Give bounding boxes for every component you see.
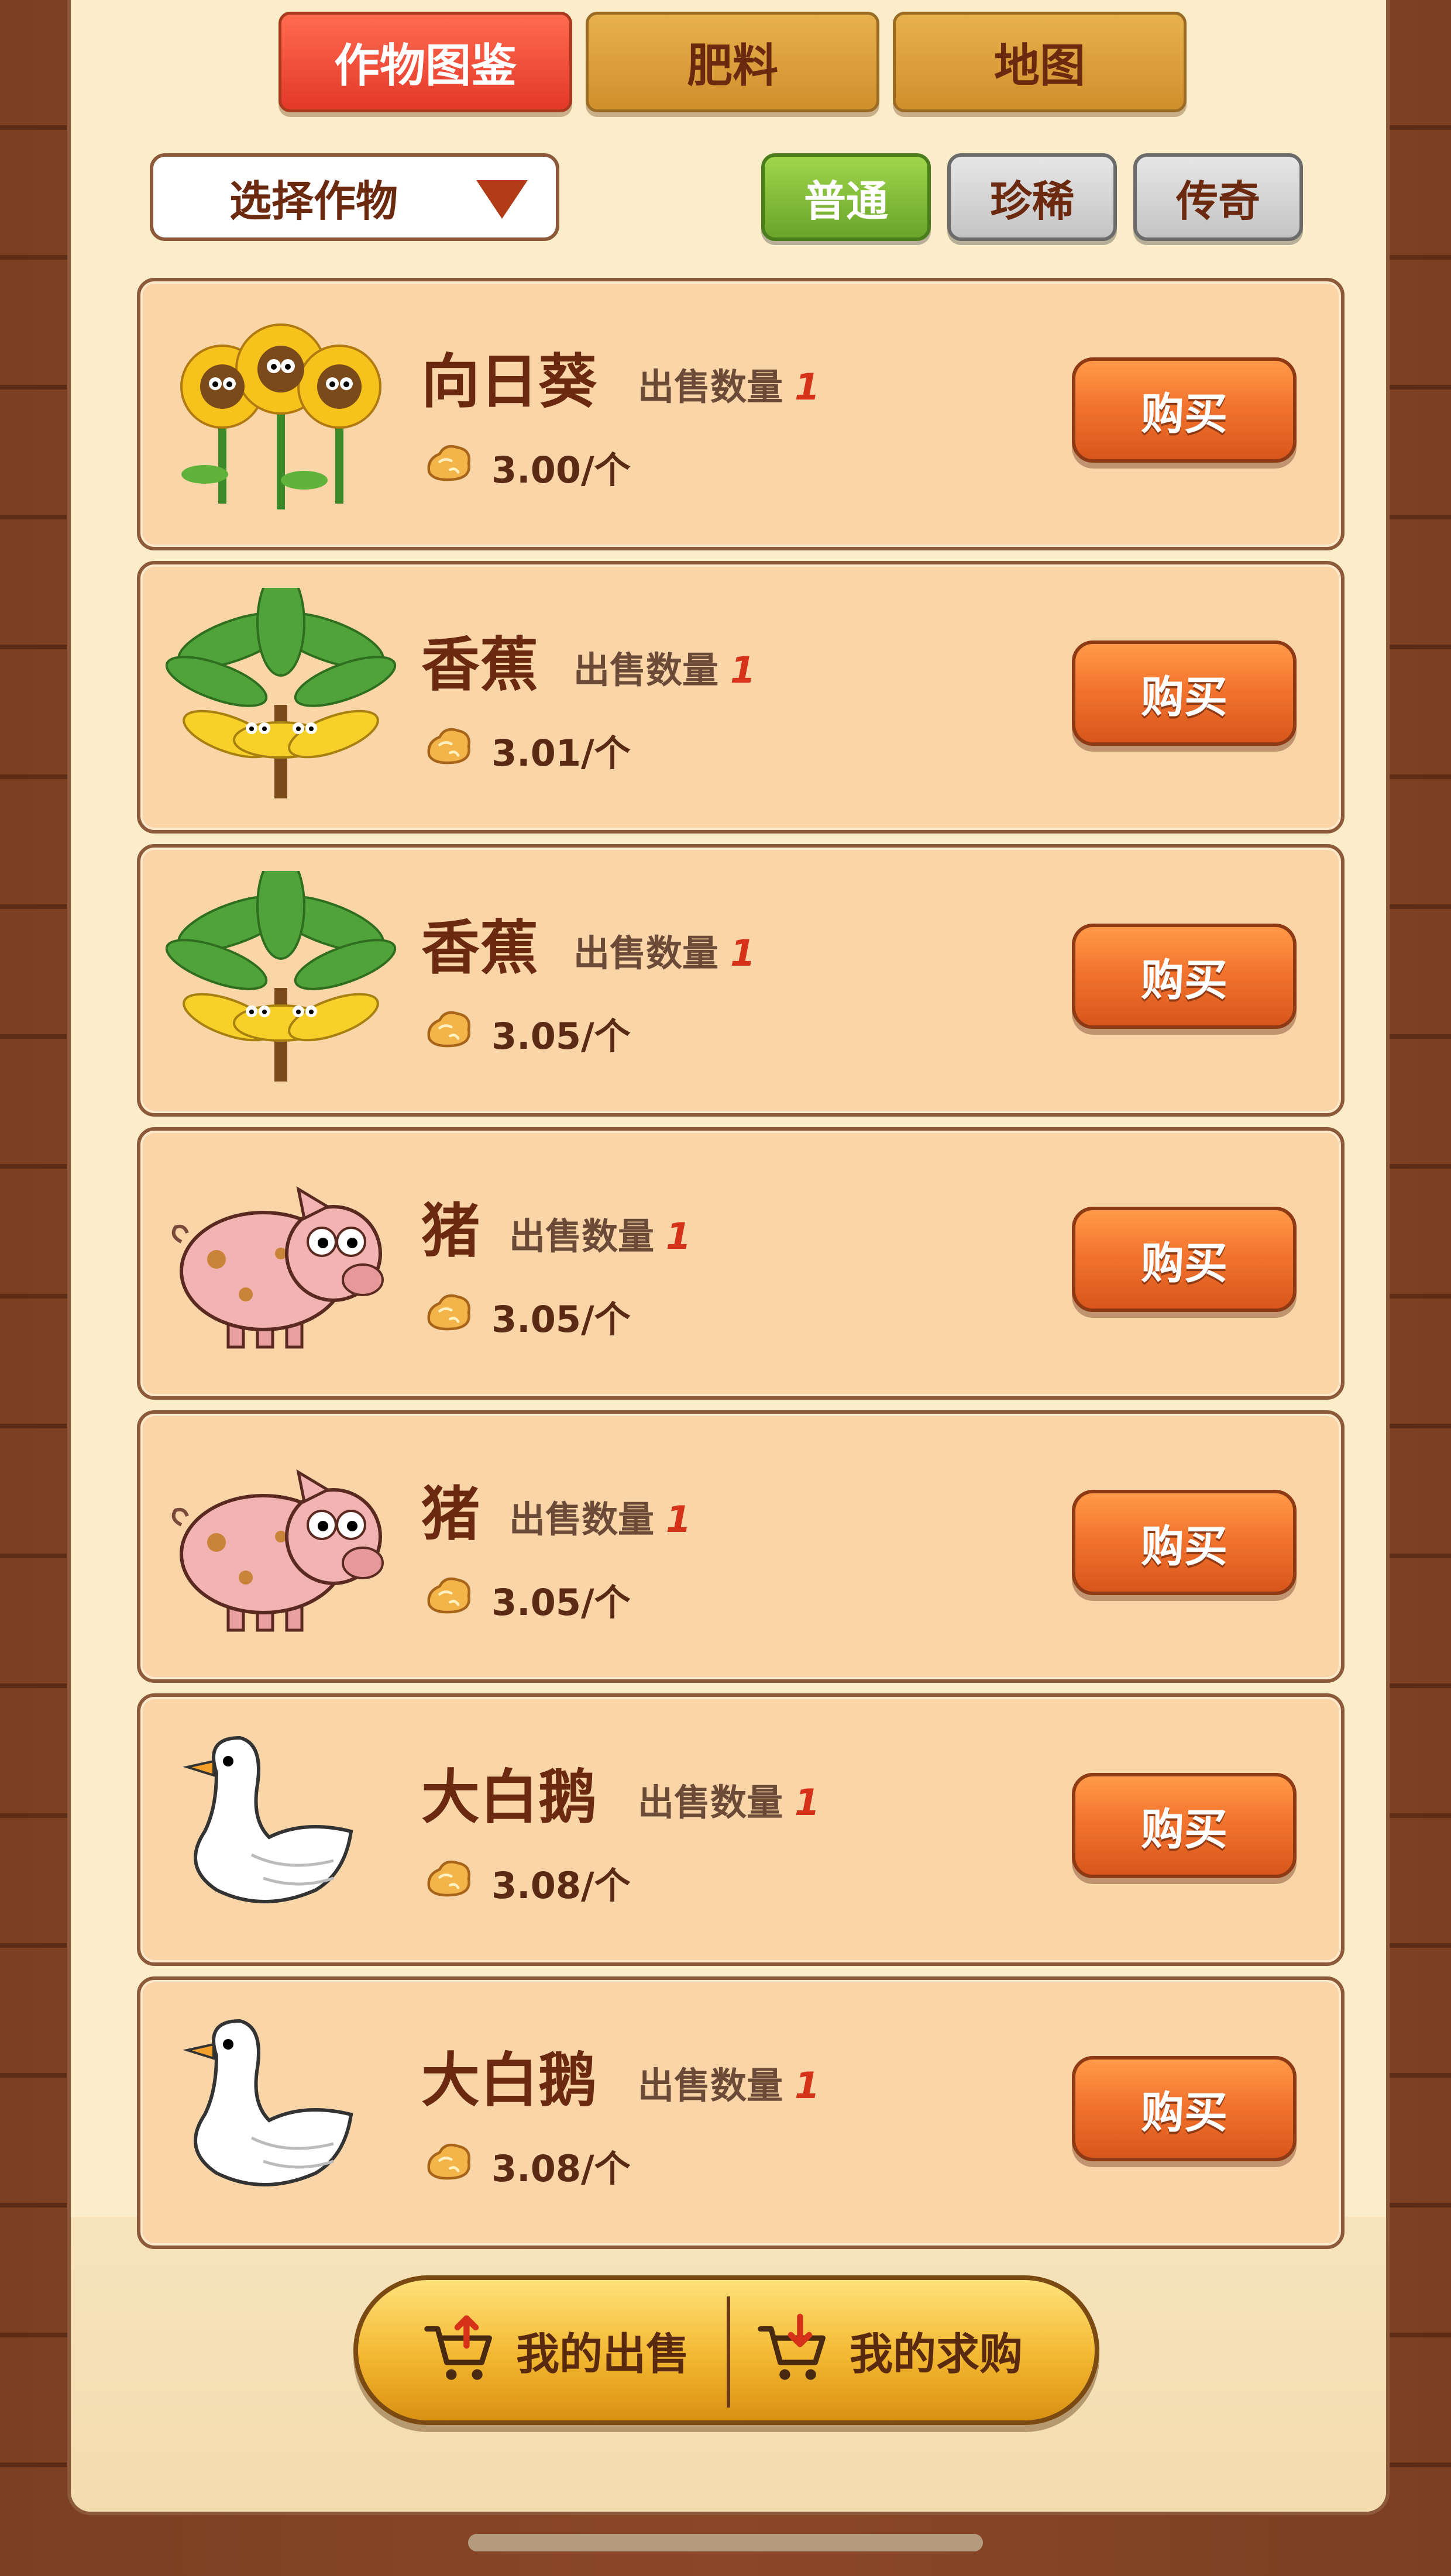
goose-icon xyxy=(183,1735,353,1903)
rarity-common-button[interactable]: 普通 xyxy=(761,153,931,241)
rarity-legendary-button[interactable]: 传奇 xyxy=(1133,153,1303,241)
listing-card: 香蕉 出售数量 1 3.05/个 购买 xyxy=(137,844,1345,1117)
listing-quantity: 出售数量 1 xyxy=(638,357,820,410)
my-requests-button[interactable]: 我的求购 xyxy=(756,2280,1023,2420)
buy-button[interactable]: 购买 xyxy=(1072,640,1297,746)
listing-price: 3.00/个 xyxy=(491,449,631,491)
listing-card: 向日葵 出售数量 1 3.00/个 购买 xyxy=(137,278,1345,550)
listing-name: 向日葵 xyxy=(421,347,597,416)
listing-name: 大白鹅 xyxy=(421,2046,597,2114)
buy-button-label: 购买 xyxy=(1141,388,1227,439)
quantity-label: 出售数量 xyxy=(573,649,719,691)
market-panel: 作物图鉴 肥料 地图 选择作物 普通 珍稀 传奇 向日葵 出售数量 1 3.00/… xyxy=(67,0,1390,2515)
buy-button-label: 购买 xyxy=(1141,1238,1227,1289)
crop-select-label: 选择作物 xyxy=(229,176,398,226)
listing-quantity: 出售数量 1 xyxy=(509,1490,691,1542)
quantity-value: 1 xyxy=(795,366,820,408)
gold-nugget-icon xyxy=(427,1860,470,1897)
pig-icon xyxy=(171,1469,384,1632)
buy-button-label: 购买 xyxy=(1141,955,1227,1005)
bar-divider xyxy=(727,2296,730,2408)
listing-name: 猪 xyxy=(421,1480,480,1548)
my-sales-button[interactable]: 我的出售 xyxy=(422,2280,689,2420)
quantity-value: 1 xyxy=(795,1781,820,1824)
buy-button[interactable]: 购买 xyxy=(1072,1207,1297,1312)
quantity-value: 1 xyxy=(666,1498,692,1541)
gold-nugget-icon xyxy=(427,2143,470,2180)
listing-quantity: 出售数量 1 xyxy=(573,924,755,976)
quantity-label: 出售数量 xyxy=(638,1781,783,1824)
buy-button-label: 购买 xyxy=(1141,2087,1227,2138)
gold-nugget-icon xyxy=(427,1011,470,1048)
tab-map[interactable]: 地图 xyxy=(893,12,1187,112)
listing-name: 大白鹅 xyxy=(421,1763,597,1831)
listing-card: 猪 出售数量 1 3.05/个 购买 xyxy=(137,1410,1345,1683)
cart-upload-icon xyxy=(424,2315,492,2380)
bottom-action-bar: 我的出售 我的求购 xyxy=(353,2275,1099,2425)
gold-nugget-icon xyxy=(427,1294,470,1331)
buy-button[interactable]: 购买 xyxy=(1072,357,1297,463)
quantity-value: 1 xyxy=(730,649,756,691)
listing-card: 大白鹅 出售数量 1 3.08/个 购买 xyxy=(137,1693,1345,1966)
listing-quantity: 出售数量 1 xyxy=(638,1773,820,1826)
tab-fertilizer[interactable]: 肥料 xyxy=(586,12,879,112)
banana-icon xyxy=(165,588,397,798)
tab-crop-guide[interactable]: 作物图鉴 xyxy=(278,12,572,112)
listing-price: 3.08/个 xyxy=(491,2147,631,2190)
quantity-label: 出售数量 xyxy=(638,366,783,408)
quantity-label: 出售数量 xyxy=(509,1498,655,1541)
tab-label: 肥料 xyxy=(686,40,778,92)
crop-select-dropdown[interactable]: 选择作物 xyxy=(150,153,559,241)
quantity-label: 出售数量 xyxy=(638,2064,783,2107)
listing-card: 香蕉 出售数量 1 3.01/个 购买 xyxy=(137,561,1345,834)
gold-nugget-icon xyxy=(427,445,470,481)
tab-label: 作物图鉴 xyxy=(333,40,517,92)
pig-icon xyxy=(171,1186,384,1349)
gold-nugget-icon xyxy=(427,1577,470,1614)
listing-name: 香蕉 xyxy=(421,631,538,699)
goose-icon xyxy=(183,2019,353,2186)
quantity-label: 出售数量 xyxy=(509,1215,655,1258)
buy-button-label: 购买 xyxy=(1141,1521,1227,1572)
quantity-value: 1 xyxy=(730,932,756,974)
my-sales-label: 我的出售 xyxy=(516,2329,689,2379)
buy-button-label: 购买 xyxy=(1141,671,1227,722)
listing-card: 猪 出售数量 1 3.05/个 购买 xyxy=(137,1127,1345,1400)
cart-download-icon xyxy=(758,2313,826,2380)
rarity-label: 普通 xyxy=(803,176,888,226)
sunflower-icon xyxy=(180,323,381,509)
listing-name: 香蕉 xyxy=(421,914,538,982)
listing-price: 3.05/个 xyxy=(491,1581,631,1624)
listing-price: 3.08/个 xyxy=(491,1864,631,1907)
rarity-rare-button[interactable]: 珍稀 xyxy=(947,153,1117,241)
listing-price: 3.05/个 xyxy=(491,1015,631,1058)
buy-button[interactable]: 购买 xyxy=(1072,1773,1297,1878)
buy-button[interactable]: 购买 xyxy=(1072,1490,1297,1595)
quantity-value: 1 xyxy=(795,2064,820,2107)
rarity-label: 珍稀 xyxy=(989,176,1074,226)
chevron-down-icon xyxy=(476,180,528,219)
buy-button-label: 购买 xyxy=(1141,1804,1227,1855)
quantity-label: 出售数量 xyxy=(573,932,719,974)
my-requests-label: 我的求购 xyxy=(850,2329,1023,2379)
listing-name: 猪 xyxy=(421,1197,480,1265)
banana-icon xyxy=(165,871,397,1082)
buy-button[interactable]: 购买 xyxy=(1072,924,1297,1029)
listing-price: 3.01/个 xyxy=(491,732,631,774)
tab-label: 地图 xyxy=(993,40,1085,92)
listing-quantity: 出售数量 1 xyxy=(509,1207,691,1259)
home-indicator xyxy=(468,2534,983,2551)
buy-button[interactable]: 购买 xyxy=(1072,2056,1297,2161)
listing-quantity: 出售数量 1 xyxy=(573,640,755,693)
rarity-label: 传奇 xyxy=(1175,176,1260,226)
listing-card: 大白鹅 出售数量 1 3.08/个 购买 xyxy=(137,1976,1345,2249)
gold-nugget-icon xyxy=(427,728,470,764)
listing-quantity: 出售数量 1 xyxy=(638,2056,820,2109)
listing-price: 3.05/个 xyxy=(491,1298,631,1341)
quantity-value: 1 xyxy=(666,1215,692,1258)
